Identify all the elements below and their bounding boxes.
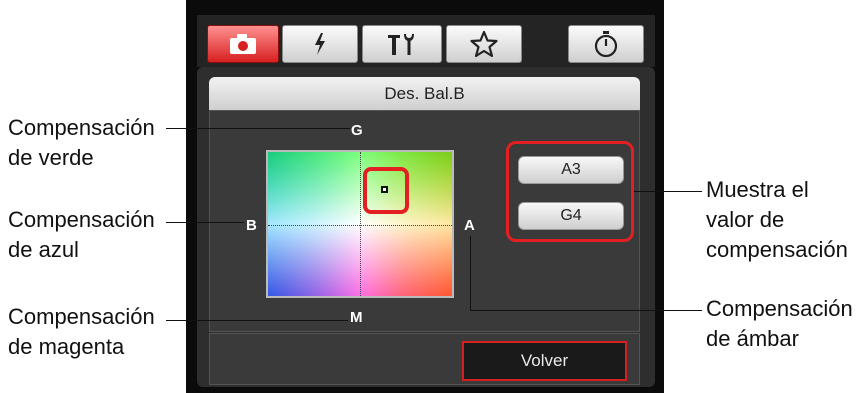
callout-line-green xyxy=(166,128,350,129)
tab-shooting[interactable] xyxy=(207,25,279,63)
camera-icon xyxy=(230,34,256,54)
callout-value-display: Muestra el valor de compensación xyxy=(706,177,848,262)
tab-my-menu[interactable] xyxy=(446,25,522,63)
callout-line-value-display xyxy=(634,191,702,192)
timer-icon xyxy=(594,31,618,58)
axis-label-green: G xyxy=(351,122,363,139)
grid-vertical-axis xyxy=(360,152,361,296)
tab-tools[interactable] xyxy=(362,25,442,63)
axis-label-amber: A xyxy=(464,217,475,234)
axis-label-blue: B xyxy=(246,217,257,234)
axis-label-magenta: M xyxy=(350,309,363,326)
tab-flash[interactable] xyxy=(282,25,358,63)
callout-amber-compensation: Compensación de ámbar xyxy=(706,296,853,351)
tab-timer[interactable] xyxy=(568,25,644,63)
callout-line-amber-vertical xyxy=(470,236,471,311)
amber-value-display: A3 xyxy=(518,156,624,184)
callout-line-magenta xyxy=(166,320,348,321)
callout-line-amber xyxy=(470,310,702,311)
wb-shift-grid[interactable] xyxy=(266,150,454,298)
callout-line-blue xyxy=(166,222,244,223)
flash-icon xyxy=(315,33,325,55)
panel-title: Des. Bal.B xyxy=(209,77,640,110)
callout-green-compensation: Compensación de verde xyxy=(8,115,155,170)
callout-magenta-compensation: Compensación de magenta xyxy=(8,304,155,359)
wb-shift-marker[interactable] xyxy=(381,186,388,193)
callout-blue-compensation: Compensación de azul xyxy=(8,207,155,262)
back-button[interactable]: Volver xyxy=(462,341,627,381)
tools-icon xyxy=(388,34,414,55)
star-icon xyxy=(470,30,498,58)
green-value-display: G4 xyxy=(518,202,624,230)
